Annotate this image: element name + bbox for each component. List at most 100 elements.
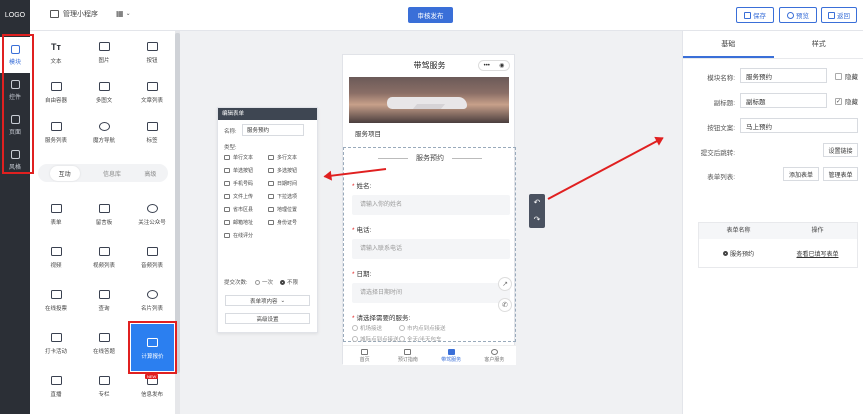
- car-icon: [447, 348, 455, 355]
- module-name-input[interactable]: 服务预约: [740, 68, 827, 83]
- module-video[interactable]: 视频: [32, 238, 80, 278]
- field-type-multi-line[interactable]: 多行文本: [268, 152, 311, 162]
- module-free-container[interactable]: 自由容器: [32, 73, 80, 113]
- add-form-button[interactable]: 添加表单: [783, 167, 819, 181]
- video-icon: [50, 247, 62, 256]
- online-quiz-icon: [98, 333, 110, 342]
- tab-interact[interactable]: 互动: [49, 165, 80, 181]
- view-submissions-link[interactable]: 查看已填写表单: [778, 249, 857, 258]
- field-type-upload[interactable]: 文件上传: [224, 191, 267, 201]
- phone-input[interactable]: 请输入联系电话: [352, 239, 510, 259]
- nav-pages[interactable]: 页面: [0, 107, 30, 143]
- chevron-down-icon: ⌄: [280, 297, 286, 304]
- tabbar-home[interactable]: 首页: [343, 346, 386, 365]
- module-button[interactable]: 按钮: [128, 33, 176, 73]
- tab-advanced[interactable]: 高级: [144, 169, 156, 178]
- publish-button[interactable]: 审核发布: [408, 7, 453, 23]
- module-audio-list[interactable]: 音频列表: [128, 238, 176, 278]
- nav-style[interactable]: 风格: [0, 142, 30, 178]
- field-type-radio[interactable]: 单选按钮: [224, 165, 267, 175]
- choice-charter[interactable]: 全天/半天包车: [399, 335, 442, 343]
- choice-intercity[interactable]: 城际点到点接送: [352, 335, 399, 343]
- module-online-vote[interactable]: 在线投票: [32, 281, 80, 321]
- top-bar: LOGO 管理小程序 ▦ ⌄ 审核发布 保存 预览 返回: [0, 0, 863, 31]
- preview-button[interactable]: 预览: [779, 7, 817, 23]
- manage-form-button[interactable]: 管理表单: [823, 167, 858, 181]
- module-column[interactable]: 专栏: [80, 367, 128, 407]
- radio-icon: [224, 167, 230, 173]
- module-tag[interactable]: 标签: [128, 113, 176, 153]
- module-text[interactable]: Tт 文本: [32, 33, 80, 73]
- date-input[interactable]: 请选择日期时间: [352, 283, 510, 303]
- module-quote-calc[interactable]: 计算报价: [131, 324, 174, 371]
- module-follow-account[interactable]: 关注公众号: [128, 195, 176, 235]
- free-container-icon: [50, 82, 62, 91]
- module-info-publish[interactable]: 信息发布: [128, 367, 176, 407]
- submit-once-option[interactable]: 一次: [255, 278, 273, 286]
- tabbar-guide[interactable]: 预订指南: [386, 346, 429, 365]
- field-type-datetime[interactable]: 日期时间: [268, 178, 311, 188]
- module-article-list[interactable]: 文章列表: [128, 73, 176, 113]
- button-text-input[interactable]: 马上预约: [740, 118, 858, 133]
- share-button[interactable]: ↗: [498, 277, 512, 291]
- module-multi-article[interactable]: 多图文: [80, 73, 128, 113]
- submit-unlimited-option[interactable]: 不限: [280, 278, 298, 286]
- choice-label: 市内点到点接送: [407, 326, 446, 332]
- advanced-settings-button[interactable]: 高级设置: [225, 313, 310, 324]
- field-type-id-card[interactable]: 身份证号: [268, 217, 311, 227]
- module-video-list[interactable]: 视频列表: [80, 238, 128, 278]
- required-mark: *: [352, 315, 355, 322]
- form-module[interactable]: 服务预约 * 姓名: 请输入你的姓名 * 电话: 请输入联系电话 * 日期: 请选择日…: [343, 147, 516, 343]
- hide-subtitle-checkbox[interactable]: ✓ 隐藏: [835, 96, 858, 106]
- back-button[interactable]: 返回: [821, 7, 857, 23]
- capsule-button[interactable]: ••• ◉: [478, 60, 510, 71]
- row-form-name[interactable]: 服务预约: [699, 249, 778, 258]
- tab-basic[interactable]: 基础: [683, 31, 774, 58]
- module-message-board[interactable]: 留言板: [80, 195, 128, 235]
- tab-style[interactable]: 样式: [774, 31, 863, 58]
- field-type-email[interactable]: 邮箱地址: [224, 217, 267, 227]
- multi-line-icon: [268, 154, 274, 160]
- tabbar-customer[interactable]: 客户服务: [473, 346, 516, 365]
- name-input[interactable]: 请输入你的姓名: [352, 195, 510, 215]
- app-selector[interactable]: 管理小程序: [50, 9, 98, 19]
- form-name-input[interactable]: 服务预约: [242, 124, 304, 136]
- redo-icon[interactable]: ↷: [534, 215, 541, 224]
- module-service-list[interactable]: 服务列表: [32, 113, 80, 153]
- tabbar-drive-service[interactable]: 带驾服务: [430, 346, 473, 365]
- module-checkin[interactable]: 打卡活动: [32, 324, 80, 364]
- nav-modules[interactable]: 模块: [0, 37, 30, 73]
- hide-name-checkbox[interactable]: 隐藏: [835, 71, 858, 81]
- undo-icon[interactable]: ↶: [534, 198, 541, 207]
- choice-airport[interactable]: 机场接送: [352, 324, 382, 332]
- call-button[interactable]: ✆: [498, 298, 512, 312]
- tab-info-library[interactable]: 信息库: [103, 169, 121, 178]
- module-live[interactable]: 直播: [32, 367, 80, 407]
- form-items-button[interactable]: 表单项内容 ⌄: [225, 295, 310, 306]
- field-type-mobile[interactable]: 手机号码: [224, 178, 267, 188]
- module-form[interactable]: 表单: [32, 195, 80, 235]
- nav-controls[interactable]: 控件: [0, 72, 30, 108]
- grid-menu-button[interactable]: ▦ ⌄: [116, 9, 131, 18]
- save-button[interactable]: 保存: [736, 7, 774, 23]
- module-online-quiz[interactable]: 在线答题: [80, 324, 128, 364]
- field-type-dropdown[interactable]: 下拉选项: [268, 191, 311, 201]
- module-image[interactable]: 图片: [80, 33, 128, 73]
- option-label: 一次: [262, 280, 274, 286]
- subtitle-input[interactable]: 副标题: [740, 93, 827, 108]
- module-card-list[interactable]: 名片列表: [128, 281, 176, 321]
- field-type-region[interactable]: 省市区县: [224, 204, 267, 214]
- field-type-checkbox[interactable]: 多选按钮: [268, 165, 311, 175]
- choice-city[interactable]: 市内点到点接送: [399, 324, 446, 332]
- module-label: 按钮: [146, 58, 158, 64]
- module-query[interactable]: 查询: [80, 281, 128, 321]
- checkbox-icon: [835, 72, 842, 80]
- single-line-icon: [224, 154, 230, 160]
- field-type-single-line[interactable]: 单行文本: [224, 152, 267, 162]
- module-cube-nav[interactable]: 魔方导航: [80, 113, 128, 153]
- field-type-location[interactable]: 地理位置: [268, 204, 311, 214]
- field-label-date: * 日期:: [352, 268, 371, 278]
- field-type-rating[interactable]: 在线评分: [224, 230, 267, 240]
- set-link-button[interactable]: 设置链接: [823, 143, 858, 157]
- cube-nav-icon: [98, 122, 110, 131]
